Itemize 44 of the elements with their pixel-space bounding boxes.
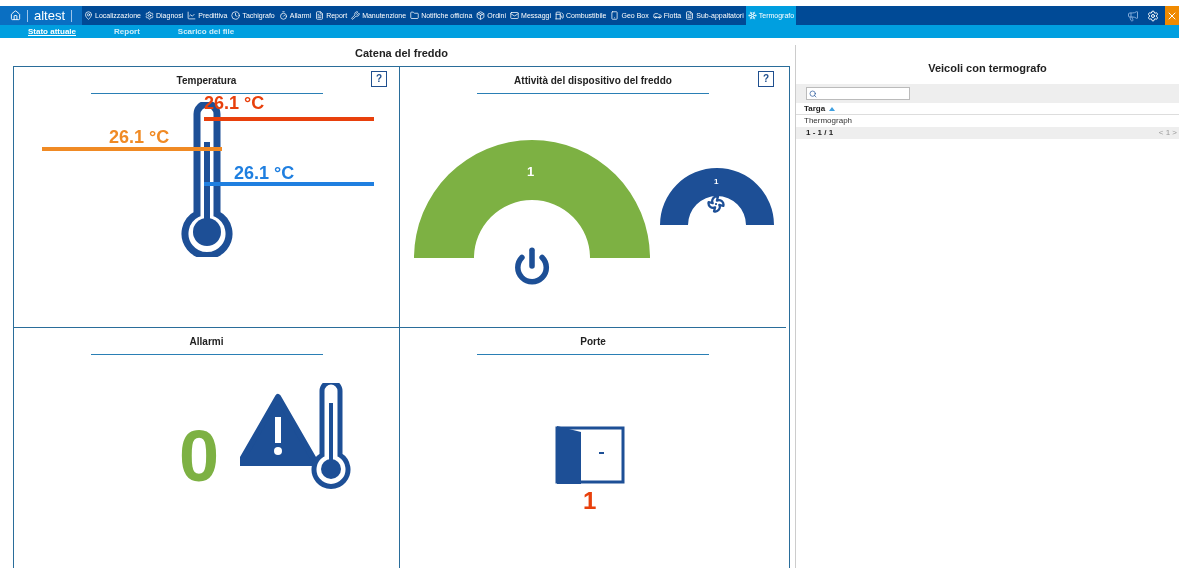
- gauge-value: 1: [714, 176, 719, 188]
- alarm-count: 0: [179, 420, 220, 492]
- document-icon: [315, 11, 325, 21]
- pin-icon: [84, 11, 94, 21]
- table-cell[interactable]: Thermograph: [796, 115, 1179, 127]
- page-title: Catena del freddo: [355, 46, 448, 61]
- home-icon[interactable]: [10, 10, 21, 22]
- device-icon: [610, 11, 620, 21]
- help-button[interactable]: ?: [371, 71, 387, 87]
- pagination-range: 1 - 1 / 1: [806, 127, 834, 139]
- mail-icon: [510, 11, 520, 21]
- clock-icon: [231, 11, 241, 21]
- column-header[interactable]: Targa: [804, 102, 826, 115]
- door-count: 1: [583, 486, 597, 516]
- settings-icon[interactable]: [1147, 9, 1159, 22]
- help-button[interactable]: ?: [758, 71, 774, 87]
- temperature-reading: 26.1 °C: [204, 92, 265, 115]
- temperature-reading: 26.1 °C: [234, 162, 295, 185]
- car-icon: [652, 11, 662, 21]
- fan-icon: [707, 195, 725, 213]
- sort-ascending-icon: [829, 106, 836, 111]
- search-field[interactable]: [806, 87, 910, 100]
- snowflake-icon: [747, 11, 757, 21]
- wrench-icon: [351, 11, 361, 21]
- document-icon: [685, 11, 695, 21]
- panel-title: Porte: [477, 334, 709, 355]
- close-button[interactable]: [1165, 6, 1179, 26]
- megaphone-icon[interactable]: [1127, 9, 1139, 22]
- fuel-pump-icon: [555, 11, 564, 21]
- logo: altest: [34, 9, 66, 23]
- temperature-reading: 26.1 °C: [109, 126, 170, 149]
- folder-icon: [410, 11, 420, 21]
- panel-title: Veicoli con termografo: [928, 60, 1047, 76]
- chart-icon: [187, 11, 197, 21]
- power-icon: [513, 247, 551, 285]
- gear-icon: [145, 11, 154, 21]
- search-icon: [809, 89, 817, 98]
- panel-title: Attività del dispositivo del freddo: [477, 73, 709, 94]
- panel-title: Temperatura: [90, 73, 323, 94]
- gauge-value: 1: [527, 163, 535, 181]
- door-icon: [555, 426, 627, 484]
- panel-title: Allarmi: [90, 334, 323, 355]
- stopwatch-icon: [278, 11, 288, 21]
- box-icon: [476, 11, 486, 21]
